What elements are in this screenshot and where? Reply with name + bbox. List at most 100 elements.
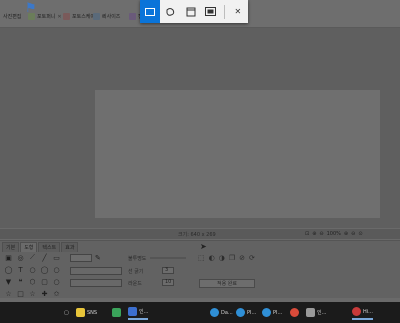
circle-icon[interactable]: ◯ [39, 264, 50, 275]
tab-label: 사진편집 [3, 14, 22, 20]
zoom-reset-icon[interactable]: ⊙ [358, 231, 362, 237]
taskbar-app-hi[interactable]: Hi... [352, 305, 373, 320]
edge-icon [236, 308, 245, 317]
window-snip-button[interactable] [180, 0, 200, 23]
opacity-slider[interactable] [150, 257, 186, 259]
circle-icon[interactable]: ○ [27, 264, 38, 275]
tab-text[interactable]: 텍스트 [38, 242, 61, 252]
image-icon[interactable]: ▣ [3, 252, 14, 263]
tab-basic[interactable]: 기본 [2, 242, 20, 252]
arrange-tools: ⬚ ◐ ◑ ❐ ⊘ ⟳ [198, 254, 255, 262]
tool-panel: 기본 도형 텍스트 효과 ▣ ◎ ⟋ ╱ ▭ ◯ T ○ ◯ ○ ▼ ❝ ⬡ ▢… [0, 240, 400, 298]
editor-workspace [0, 28, 400, 228]
snip-toolbar: ✕ [140, 0, 248, 23]
app-icon [129, 13, 136, 20]
taskbar-app-label: 인... [139, 309, 149, 315]
magic-wand-icon[interactable]: ⟋ [27, 252, 38, 263]
bring-front-icon[interactable]: ◐ [209, 254, 215, 262]
freeform-snip-button[interactable] [160, 0, 180, 23]
taskbar-app-word[interactable]: 인... [128, 305, 149, 320]
app-icon [63, 13, 70, 20]
quote-icon[interactable]: ❝ [15, 276, 26, 287]
select-icon[interactable]: ⬚ [198, 254, 205, 262]
fullscreen-icon [205, 7, 217, 16]
speech-bubble-icon[interactable]: ◯ [3, 264, 14, 275]
zoom-in-icon[interactable]: ⊕ [344, 231, 348, 237]
taskbar-app-chrome[interactable] [290, 305, 299, 320]
zoom-out-icon[interactable]: ⊖ [351, 231, 355, 237]
chrome-icon [290, 308, 299, 317]
rectangle-icon[interactable]: ▭ [51, 252, 62, 263]
zoom-controls: ⊡ ⊕ ⊖ 100% ⊕ ⊖ ⊙ [305, 231, 363, 237]
taskbar-app-excel[interactable] [112, 305, 121, 320]
star-icon[interactable]: ✩ [51, 288, 62, 299]
delete-icon[interactable]: ⊘ [239, 254, 245, 262]
plus-icon[interactable]: ✚ [39, 288, 50, 299]
tab-effects[interactable]: 효과 [61, 242, 79, 252]
rounded-square-icon[interactable]: ▢ [39, 276, 50, 287]
taskbar-app-edge-3[interactable]: PI... [262, 305, 282, 320]
excel-icon [112, 308, 121, 317]
window-icon [186, 7, 195, 16]
taskbar-app-sns[interactable]: SNS [76, 305, 97, 320]
taskbar-app-edge[interactable]: Da... [210, 305, 233, 320]
tab-label: 포토퍼니 [37, 14, 56, 20]
funnel-icon[interactable]: ▼ [3, 276, 14, 287]
zoom-in-icon[interactable]: ⊕ [312, 231, 316, 237]
freeform-icon [166, 7, 175, 16]
tab-label: 리사이즈 [102, 14, 121, 20]
close-snip-button[interactable]: ✕ [228, 0, 248, 23]
taskbar-app-label: SNS [87, 309, 98, 316]
cursor-icon[interactable]: ➤ [200, 242, 207, 251]
rotate-icon[interactable]: ⟳ [249, 254, 255, 262]
octagon-icon[interactable]: ⬡ [27, 276, 38, 287]
folder-icon [76, 308, 85, 317]
pen-icon[interactable]: ✎ [95, 254, 101, 262]
border-color-select[interactable] [70, 279, 122, 287]
fullscreen-snip-button[interactable] [201, 0, 221, 23]
app-icon [93, 13, 100, 20]
panel-tabs: 기본 도형 텍스트 효과 [2, 242, 79, 252]
text-icon[interactable]: T [15, 264, 26, 275]
shape-grid: ▣ ◎ ⟋ ╱ ▭ ◯ T ○ ◯ ○ ▼ ❝ ⬡ ▢ ○ ☆ □ ☆ ✚ ✩ [3, 252, 65, 299]
circle-icon[interactable]: ○ [51, 264, 62, 275]
zoom-level: 100% [326, 231, 341, 237]
taskbar-app-edge-2[interactable]: PI... [236, 305, 256, 320]
apply-button[interactable]: 적용 완료 [199, 279, 255, 288]
photoscape-icon [306, 308, 315, 317]
rectangle-snip-button[interactable] [140, 0, 161, 23]
round-input[interactable]: 10 [162, 279, 174, 286]
star-icon[interactable]: ☆ [3, 288, 14, 299]
taskbar-app-label: Da... [221, 309, 233, 316]
thickness-input[interactable]: 3 [162, 267, 174, 274]
circle-icon[interactable]: ○ [51, 276, 62, 287]
canvas-size-label: 크기: 640 x 269 [178, 231, 216, 238]
tab-shapes[interactable]: 도형 [20, 242, 38, 252]
thickness-label: 선 굵기 [128, 269, 144, 275]
taskbar-app-label: Hi... [363, 308, 373, 315]
taskbar-app-label: 인... [317, 310, 327, 316]
round-label: 라운드 [128, 281, 142, 287]
sticker-icon[interactable]: ◎ [15, 252, 26, 263]
line-style-select[interactable] [70, 254, 92, 262]
star-icon[interactable]: ☆ [27, 288, 38, 299]
tab-resize[interactable]: 리사이즈 [90, 9, 123, 24]
copy-icon[interactable]: ❐ [229, 254, 235, 262]
word-icon [128, 307, 137, 316]
image-canvas[interactable] [95, 90, 380, 218]
status-bar: 크기: 640 x 269 ⊡ ⊕ ⊖ 100% ⊕ ⊖ ⊙ [0, 229, 400, 239]
zoom-out-icon[interactable]: ⊖ [319, 231, 323, 237]
line-icon[interactable]: ╱ [39, 252, 50, 263]
square-icon[interactable]: □ [15, 288, 26, 299]
fill-color-select[interactable] [70, 267, 122, 275]
opacity-label: 불투명도 [128, 256, 147, 262]
send-back-icon[interactable]: ◑ [219, 254, 225, 262]
fit-icon[interactable]: ⊡ [305, 231, 309, 237]
close-icon: ✕ [234, 7, 242, 16]
taskbar-app-photoscape[interactable]: 인... [306, 305, 326, 320]
tab-photo-edit[interactable]: 사진편집 [0, 9, 24, 24]
task-view-icon[interactable]: ▢ [64, 305, 69, 320]
app-icon [352, 307, 361, 316]
app-logo-icon: ⚑ [25, 1, 37, 16]
taskbar: ▢ SNS 인... Da... PI... PI... 인... Hi... [0, 302, 400, 323]
